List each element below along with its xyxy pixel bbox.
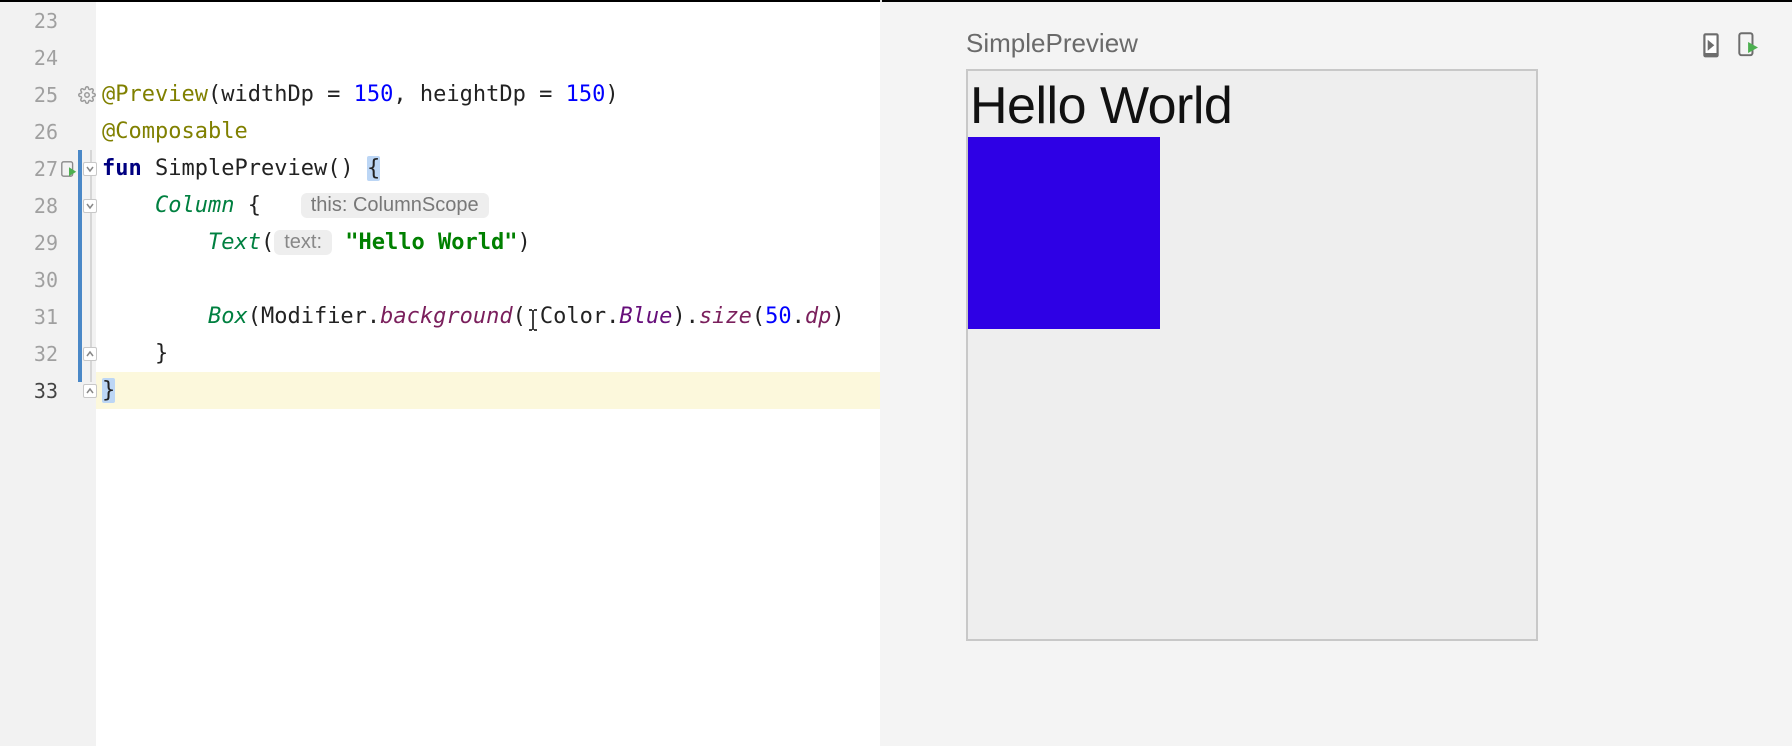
line-number[interactable]: 28 bbox=[0, 187, 78, 224]
line-number[interactable]: 26 bbox=[0, 113, 78, 150]
fold-handle-icon[interactable] bbox=[83, 199, 97, 213]
code-line[interactable]: fun SimplePreview() { bbox=[96, 150, 880, 187]
code-line-current[interactable]: } bbox=[96, 372, 880, 409]
gutter-row bbox=[78, 150, 96, 187]
compose-preview-pane: SimplePreview Hello World bbox=[880, 2, 1792, 746]
code-line[interactable] bbox=[96, 2, 880, 39]
annotation: @Composable bbox=[102, 119, 248, 144]
fold-handle-icon[interactable] bbox=[83, 162, 97, 176]
line-number[interactable]: 32 bbox=[0, 335, 78, 372]
line-number[interactable]: 31 bbox=[0, 298, 78, 335]
preview-content: Hello World bbox=[968, 71, 1536, 329]
preview-title: SimplePreview bbox=[966, 28, 1138, 59]
fold-handle-icon[interactable] bbox=[83, 347, 97, 361]
text-cursor-icon bbox=[526, 309, 540, 331]
inlay-hint: this: ColumnScope bbox=[301, 193, 489, 218]
code-line[interactable]: @Preview(widthDp = 150, heightDp = 150) bbox=[96, 76, 880, 113]
preview-toolbar bbox=[1700, 31, 1758, 57]
line-number-gutter: 23 24 25 26 27 28 29 30 31 32 33 bbox=[0, 2, 78, 746]
inlay-hint: text: bbox=[274, 230, 332, 255]
matched-brace: { bbox=[367, 156, 380, 181]
line-number[interactable]: 25 bbox=[0, 76, 78, 113]
line-number[interactable]: 23 bbox=[0, 2, 78, 39]
interactive-preview-icon[interactable] bbox=[1700, 31, 1722, 57]
preview-blue-box bbox=[968, 137, 1160, 329]
annotation: @Preview bbox=[102, 82, 208, 107]
run-gutter-icon[interactable] bbox=[60, 160, 78, 178]
code-line[interactable] bbox=[96, 261, 880, 298]
gutter-icon-column bbox=[78, 2, 96, 746]
code-editor-pane[interactable]: 23 24 25 26 27 28 29 30 31 32 33 bbox=[0, 2, 880, 746]
line-number[interactable]: 29 bbox=[0, 224, 78, 261]
line-number[interactable]: 24 bbox=[0, 39, 78, 76]
fold-handle-icon[interactable] bbox=[83, 384, 97, 398]
code-line[interactable]: Column { this: ColumnScope bbox=[96, 187, 880, 224]
deploy-preview-icon[interactable] bbox=[1736, 31, 1758, 57]
line-number[interactable]: 33 bbox=[0, 372, 78, 409]
code-text-area[interactable]: @Preview(widthDp = 150, heightDp = 150) … bbox=[96, 2, 880, 746]
code-line[interactable]: } bbox=[96, 335, 880, 372]
code-line[interactable]: Text(text: "Hello World") bbox=[96, 224, 880, 261]
line-number[interactable]: 30 bbox=[0, 261, 78, 298]
preview-device-frame[interactable]: Hello World bbox=[966, 69, 1538, 641]
code-line[interactable]: @Composable bbox=[96, 113, 880, 150]
preview-text-hello: Hello World bbox=[968, 71, 1536, 137]
gear-icon[interactable] bbox=[78, 86, 96, 104]
matched-brace: } bbox=[102, 378, 115, 403]
gutter-row bbox=[78, 76, 96, 113]
code-line[interactable] bbox=[96, 39, 880, 76]
code-line[interactable]: Box(Modifier.background(Color.Blue).size… bbox=[96, 298, 880, 335]
